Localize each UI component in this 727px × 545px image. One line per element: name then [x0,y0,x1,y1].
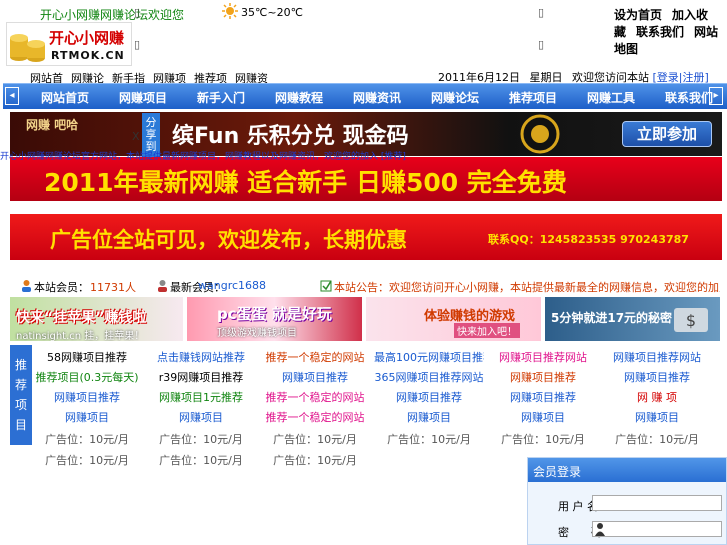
recommend-grid-link[interactable]: 广告位：10元/月 [32,431,142,447]
ad-pcegg[interactable]: pc蛋蛋 就是好玩 顶级游戏赚钱项目 [187,297,362,341]
ad-title: 体验赚钱的游戏 [424,309,516,324]
broken-image-icon: ▯ [538,38,545,51]
login-box: 会员登录 用 户 名 密 码 [527,457,727,545]
recommend-grid-link[interactable]: 广告位：10元/月 [146,452,256,468]
login-title: 会员登录 [528,458,726,482]
stats-row: 本站会员： 11731人 最新会员： wangrc1688 本站公告：欢迎您访问… [20,279,720,295]
password-input[interactable] [592,521,722,537]
recommend-grid-link[interactable]: 网赚项目 [32,409,142,425]
recommend-grid-link[interactable]: 网赚项目推荐网站 [602,349,712,365]
recommend-grid-link[interactable]: 推荐项目(0.3元每天) [32,369,142,385]
username-input[interactable] [592,495,722,511]
sun-icon [222,3,238,19]
notice-icon [320,280,332,292]
money-icon: $ [674,308,708,332]
nav-item[interactable]: 推荐项目 [509,89,557,106]
recommend-grid-link[interactable]: 最高100元网赚项目推荐 [374,349,484,365]
broken-image-icon: ▯ [134,38,141,51]
recommend-grid-link[interactable]: 广告位：10元/月 [374,431,484,447]
banner1-left-text: 网赚 吧哈 [26,118,79,132]
recommend-grid-link[interactable]: 58网赚项目推荐 [32,349,142,365]
join-now-button[interactable]: 立即参加 [622,121,712,147]
recommend-grid-link[interactable]: 推荐一个稳定的网站 [260,389,370,405]
poker-chip-icon [520,114,560,154]
recommend-grid-link[interactable]: 广告位：10元/月 [602,431,712,447]
ad-sub: 快来加入吧！ [454,323,520,338]
banner-new-wangzhuan[interactable]: 2011年最新网赚 适合新手 日赚500 完全免费 [10,157,722,201]
main-nav: ◂ 网站首页 网赚项目 新手入门 网赚教程 网赚资讯 网赚论坛 推荐项目 网赚工… [3,83,727,109]
recommend-grid-link[interactable]: 广告位：10元/月 [260,452,370,468]
recommend-grid-link[interactable]: 网 赚 项 [602,389,712,405]
nav-item[interactable]: 新手入门 [197,89,245,106]
site-logo[interactable]: 开心小网赚 RTMOK.CN [6,22,132,66]
nav-item[interactable]: 联系我们 [665,89,713,106]
share-close-icon[interactable]: X [132,130,140,143]
notice-text: 本站公告：欢迎您访问开心小网赚，本站提供最新最全的网赚信息，欢迎您的加入，祝您网… [334,281,720,294]
recommend-grid-link[interactable]: 网赚项目推荐 [488,389,598,405]
ad-title: 5分钟就进17元的秘密 [551,311,673,325]
recommend-grid-link[interactable]: 网赚项目推荐 [488,369,598,385]
recommend-grid-link[interactable]: 推荐一个稳定的网站 [260,409,370,425]
nav-item[interactable]: 网赚论坛 [431,89,479,106]
weather-temperature: 35℃~20℃ [241,6,303,19]
recommend-grid-link[interactable]: 推荐一个稳定的网站 [260,349,370,365]
recommend-grid-link[interactable]: 网赚项目推荐 [32,389,142,405]
recommend-grid-link[interactable]: 广告位：10元/月 [260,431,370,447]
banner3-text: 广告位全站可见，欢迎发布，长期优惠 [50,228,407,252]
recommend-grid-link[interactable]: 网赚项目推荐 [374,389,484,405]
marquee-text: 开心小网赚网赚论坛官方网站，本站提供最新网赚项目，网赚教程以及网赚资讯，欢迎您的… [0,152,406,162]
ad-game[interactable]: 体验赚钱的游戏 快来加入吧！ [366,297,541,341]
nav-right-arrow-icon[interactable]: ▸ [709,87,723,105]
logo-subtext: RTMOK.CN [51,49,125,62]
nav-item[interactable]: 网赚资讯 [353,89,401,106]
nav-item[interactable]: 网赚教程 [275,89,323,106]
logo-text: 开心小网赚 [49,29,125,47]
nav-item[interactable]: 网赚工具 [587,89,635,106]
newest-member-icon [158,280,167,292]
recommend-grid-link[interactable]: 网赚项目推荐网站 [488,349,598,365]
nav-item[interactable]: 网赚项目 [119,89,167,106]
banner3-contact: 联系QQ：1245823535 970243787 [488,233,689,246]
recommend-grid-link[interactable]: 365网赚项目推荐网站 [374,369,484,385]
members-count: 11731人 [90,281,136,294]
broken-image-icon: ▯ [538,6,545,19]
recommend-grid-link[interactable]: r39网赚项目推荐 [146,369,256,385]
recommend-grid-link[interactable]: 网赚项目 [146,409,256,425]
ad-sub: natinsight.cn 挂，挂苹果！ [16,331,145,341]
recommend-grid-link[interactable]: 广告位：10元/月 [146,431,256,447]
coins-icon [10,34,45,62]
recommend-grid-link[interactable]: 网赚项目 [374,409,484,425]
set-homepage-link[interactable]: 设为首页 [614,8,662,22]
recommend-grid-link[interactable]: 网赚项目 [602,409,712,425]
broken-image-icon: ▯ [134,6,141,19]
ad-sub: 顶级游戏赚钱项目 [217,328,297,339]
contact-link[interactable]: 联系我们 [636,25,684,39]
newest-member-link[interactable]: wangrc1688 [198,279,266,292]
recommend-grid-link[interactable]: 点击赚钱网站推荐 [146,349,256,365]
banner1-text: 缤Fun 乐积分兑 现金码 [172,124,409,149]
svg-text:$: $ [686,311,696,330]
nav-left-arrow-icon[interactable]: ◂ [5,87,19,105]
recommend-grid-link[interactable]: 网赚项目1元推荐 [146,389,256,405]
ad-apple[interactable]: 快来“挂苹果”赚钱啦 natinsight.cn 挂，挂苹果！ [10,297,183,341]
nav-item[interactable]: 网站首页 [41,89,89,106]
recommend-grid-link[interactable]: 网赚项目推荐 [260,369,370,385]
recommend-grid-link[interactable]: 广告位：10元/月 [32,452,142,468]
site-slogan: 开心小网赚网赚论坛欢迎您 [40,8,185,22]
top-links: 设为首页 加入收藏 联系我们 网站地图 [614,6,727,57]
ad-title: pc蛋蛋 就是好玩 [217,305,332,323]
ad-title: 快来“挂苹果”赚钱啦 [16,310,147,326]
banner-advert-space[interactable]: 广告位全站可见，欢迎发布，长期优惠 联系QQ：1245823535 970243… [10,214,722,260]
recommend-grid-link[interactable]: 广告位：10元/月 [488,431,598,447]
recommend-side-label: 推荐项目 [10,345,32,445]
user-silhouette-icon [595,523,605,536]
members-label: 本站会员： [34,281,89,294]
banner2-text: 2011年最新网赚 适合新手 日赚500 完全免费 [44,168,567,197]
recommend-grid-link[interactable]: 网赚项目推荐 [602,369,712,385]
members-icon [22,280,31,292]
recommend-grid-link[interactable]: 网赚项目 [488,409,598,425]
ad-secret[interactable]: 5分钟就进17元的秘密 $ [545,297,720,341]
